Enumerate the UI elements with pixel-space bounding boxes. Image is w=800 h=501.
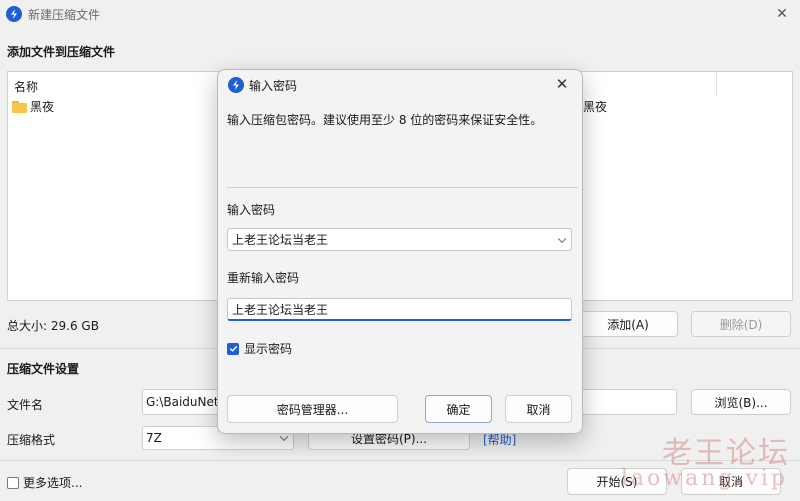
dialog-description: 输入压缩包密码。建议使用至少 8 位的密码来保证安全性。 bbox=[227, 113, 543, 127]
app-logo-icon bbox=[228, 77, 244, 93]
reenter-password-input[interactable]: 上老王论坛当老王 bbox=[227, 298, 572, 321]
password-input[interactable]: 上老王论坛当老王 bbox=[227, 228, 572, 251]
show-password-checkbox[interactable]: 显示密码 bbox=[227, 340, 292, 357]
file-name: 黑夜 bbox=[30, 100, 55, 114]
format-value: 7Z bbox=[146, 431, 162, 445]
password-dialog: 输入密码 ✕ 输入压缩包密码。建议使用至少 8 位的密码来保证安全性。 输入密码… bbox=[217, 69, 583, 434]
divider bbox=[227, 187, 578, 188]
app-logo-icon bbox=[6, 6, 22, 22]
reenter-password-value: 上老王论坛当老王 bbox=[232, 302, 329, 317]
chevron-down-icon[interactable] bbox=[557, 234, 567, 243]
column-header-name[interactable]: 名称 bbox=[14, 78, 38, 95]
browse-button[interactable]: 浏览(B)... bbox=[691, 389, 791, 415]
dialog-title: 输入密码 bbox=[249, 79, 298, 93]
add-button[interactable]: 添加(A) bbox=[578, 311, 678, 337]
close-icon[interactable]: ✕ bbox=[772, 4, 792, 24]
filename-label: 文件名 bbox=[7, 398, 44, 412]
format-label: 压缩格式 bbox=[7, 433, 56, 447]
reenter-password-label: 重新输入密码 bbox=[227, 271, 300, 285]
total-size: 总大小: 29.6 GB bbox=[7, 319, 99, 333]
title-bar: 新建压缩文件 ✕ bbox=[0, 0, 800, 30]
settings-heading: 压缩文件设置 bbox=[7, 362, 80, 376]
add-files-heading: 添加文件到压缩文件 bbox=[7, 45, 116, 59]
checkbox[interactable] bbox=[7, 476, 19, 489]
password-value: 上老王论坛当老王 bbox=[232, 233, 329, 247]
password-label: 输入密码 bbox=[227, 203, 276, 217]
more-options-label: 更多选项... bbox=[23, 476, 83, 490]
checkmark-icon[interactable] bbox=[227, 342, 239, 355]
folder-icon bbox=[12, 100, 27, 113]
list-item[interactable]: 黑夜 bbox=[12, 98, 54, 115]
close-icon[interactable]: ✕ bbox=[552, 74, 572, 94]
column-separator bbox=[716, 72, 717, 96]
window-title: 新建压缩文件 bbox=[28, 8, 101, 22]
watermark-url: laowang.vip bbox=[620, 466, 788, 491]
file-path: 黑夜 bbox=[583, 100, 608, 114]
show-password-label: 显示密码 bbox=[244, 342, 293, 356]
delete-button[interactable]: 删除(D) bbox=[691, 311, 791, 337]
password-manager-button[interactable]: 密码管理器... bbox=[227, 395, 398, 423]
more-options-checkbox[interactable]: 更多选项... bbox=[7, 474, 82, 491]
ok-button[interactable]: 确定 bbox=[425, 395, 492, 423]
dialog-cancel-button[interactable]: 取消 bbox=[505, 395, 572, 423]
